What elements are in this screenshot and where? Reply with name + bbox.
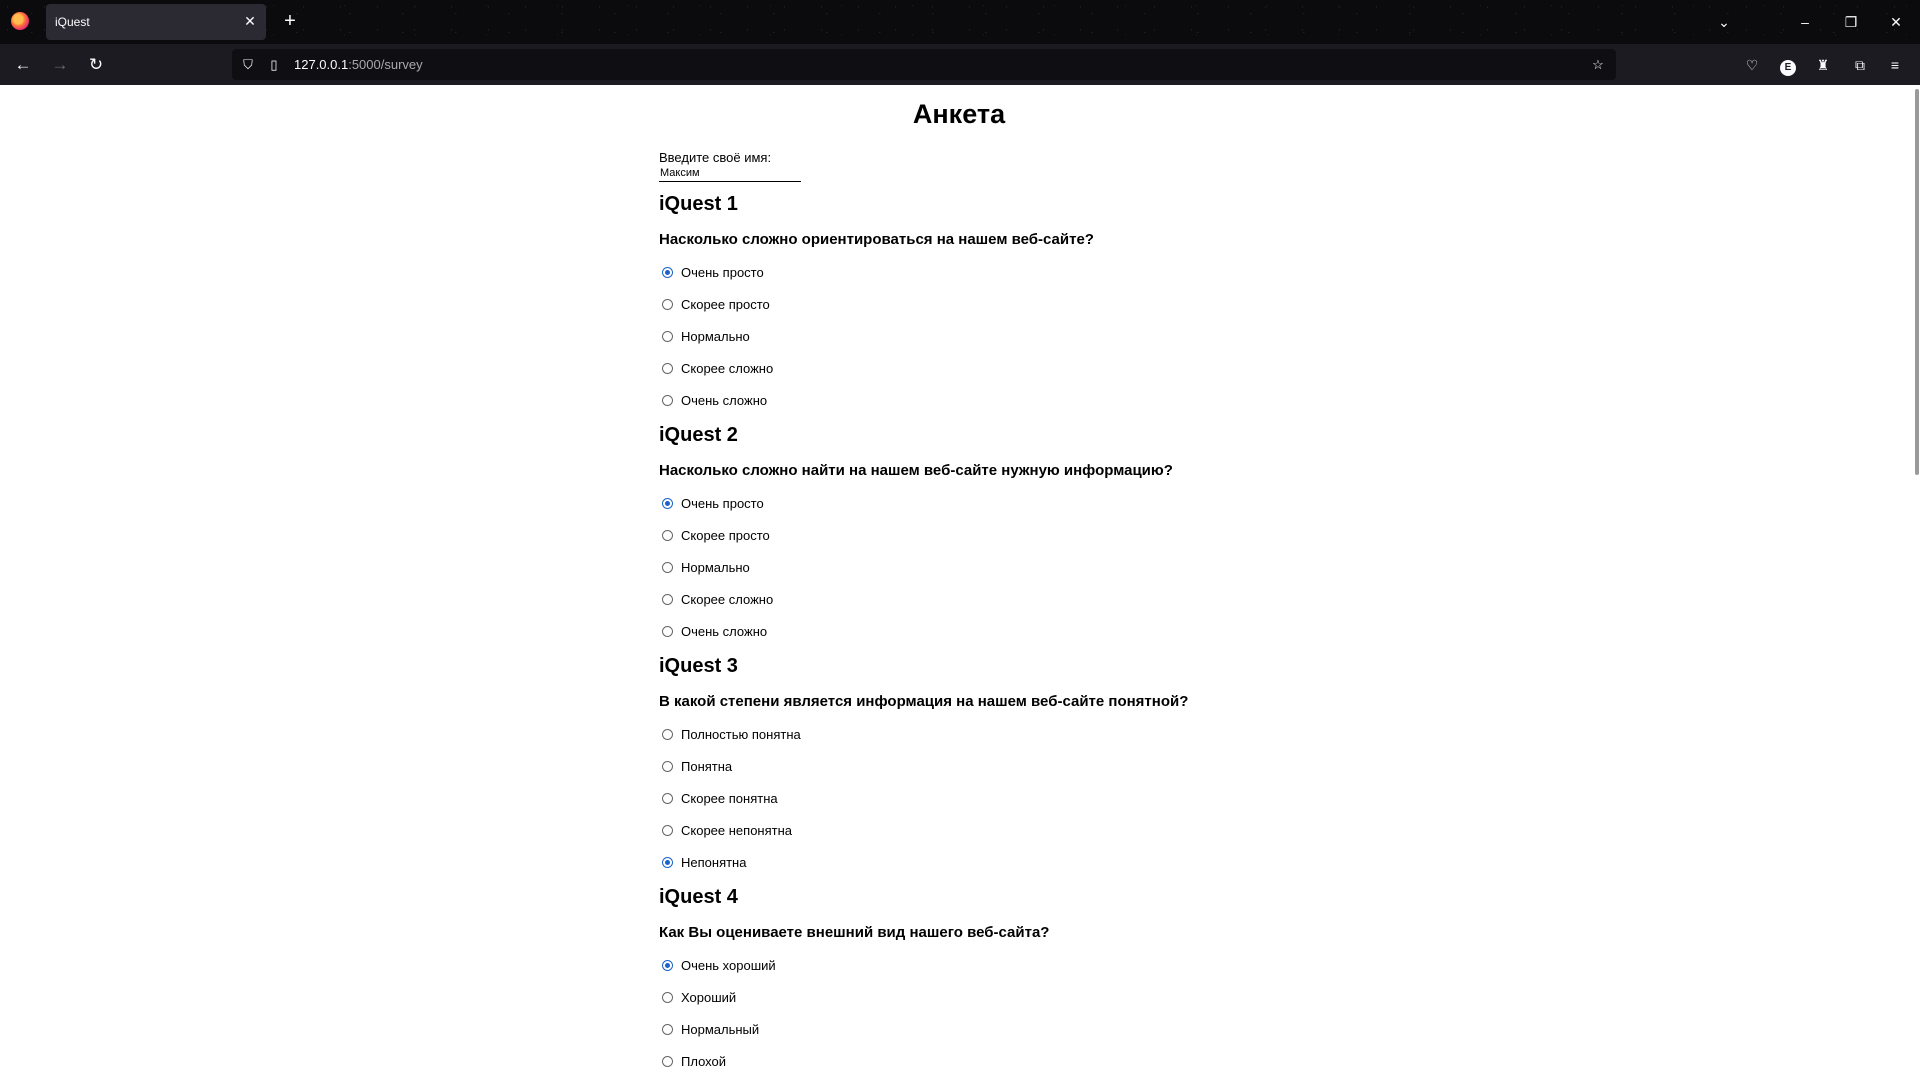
radio-button[interactable] xyxy=(662,362,673,374)
radio-label[interactable]: Очень хороший xyxy=(681,958,776,973)
tab-strip: iQuest ✕ + ⌄ – ❐ ✕ xyxy=(0,0,1920,44)
radio-option[interactable]: Скорее понятна xyxy=(662,789,778,807)
radio-option[interactable]: Понятна xyxy=(662,757,732,775)
question-text: В какой степени является информация на н… xyxy=(659,693,1189,710)
radio-button[interactable] xyxy=(662,760,673,772)
radio-label[interactable]: Очень просто xyxy=(681,496,764,511)
radio-label[interactable]: Очень сложно xyxy=(681,393,767,408)
tab-close-icon[interactable]: ✕ xyxy=(240,11,260,31)
radio-label[interactable]: Скорее понятна xyxy=(681,791,778,806)
radio-label[interactable]: Плохой xyxy=(681,1054,726,1069)
tab-title: iQuest xyxy=(55,15,90,29)
page-scrollbar[interactable] xyxy=(1914,85,1920,1080)
page-content: Анкета Введите своё имя: iQuest 1 Насколь… xyxy=(0,85,1920,1080)
radio-button[interactable] xyxy=(662,593,673,605)
navigation-toolbar: ← → ↻ ⛉ ▯ 127.0.0.1:5000/survey ☆ ♡ E ♜ … xyxy=(0,44,1920,85)
list-all-tabs-icon[interactable]: ⌄ xyxy=(1709,10,1739,34)
firefox-logo-icon xyxy=(11,12,29,30)
radio-label[interactable]: Хороший xyxy=(681,990,736,1005)
question-text: Как Вы оцениваете внешний вид нашего веб… xyxy=(659,924,1050,941)
pocket-icon[interactable]: ♡ xyxy=(1740,53,1764,77)
radio-option[interactable]: Скорее сложно xyxy=(662,590,773,608)
radio-button[interactable] xyxy=(662,529,673,541)
extensions-puzzle-icon[interactable]: ⧉ xyxy=(1848,53,1872,77)
radio-label[interactable]: Нормальный xyxy=(681,1022,759,1037)
question-text: Насколько сложно ориентироваться на наше… xyxy=(659,231,1094,248)
radio-button[interactable] xyxy=(662,1023,673,1035)
radio-option[interactable]: Скорее просто xyxy=(662,295,770,313)
radio-label[interactable]: Очень сложно xyxy=(681,624,767,639)
question-heading: iQuest 3 xyxy=(659,655,738,677)
radio-label[interactable]: Непонятна xyxy=(681,855,746,870)
radio-label[interactable]: Скорее непонятна xyxy=(681,823,792,838)
radio-button[interactable] xyxy=(662,298,673,310)
radio-option[interactable]: Непонятна xyxy=(662,853,746,871)
radio-button[interactable] xyxy=(662,561,673,573)
radio-option[interactable]: Скорее сложно xyxy=(662,359,773,377)
profile-avatar-icon[interactable]: E xyxy=(1776,53,1800,77)
app-menu-icon[interactable]: ≡ xyxy=(1883,53,1907,77)
new-tab-button[interactable]: + xyxy=(279,10,301,32)
radio-label[interactable]: Скорее просто xyxy=(681,528,770,543)
radio-label[interactable]: Скорее просто xyxy=(681,297,770,312)
radio-button[interactable] xyxy=(662,1055,673,1067)
question-heading: iQuest 1 xyxy=(659,193,738,215)
browser-tab[interactable]: iQuest ✕ xyxy=(46,4,266,40)
radio-option[interactable]: Очень сложно xyxy=(662,622,767,640)
radio-option[interactable]: Скорее непонятна xyxy=(662,821,792,839)
shield-icon[interactable]: ⛉ xyxy=(238,55,258,75)
radio-button[interactable] xyxy=(662,856,673,868)
radio-option[interactable]: Очень сложно xyxy=(662,391,767,409)
close-window-icon[interactable]: ✕ xyxy=(1881,10,1911,34)
radio-button[interactable] xyxy=(662,394,673,406)
radio-label[interactable]: Понятна xyxy=(681,759,732,774)
radio-option[interactable]: Очень хороший xyxy=(662,956,776,974)
name-label: Введите своё имя: xyxy=(659,150,772,165)
name-input[interactable] xyxy=(659,165,801,182)
address-bar[interactable]: ⛉ ▯ 127.0.0.1:5000/survey ☆ xyxy=(232,49,1616,80)
page-title: Анкета xyxy=(912,99,1006,129)
back-arrow-icon[interactable]: ← xyxy=(10,52,36,78)
radio-button[interactable] xyxy=(662,824,673,836)
bookmark-star-icon[interactable]: ☆ xyxy=(1588,55,1608,75)
radio-label[interactable]: Очень просто xyxy=(681,265,764,280)
radio-button[interactable] xyxy=(662,959,673,971)
radio-option[interactable]: Очень просто xyxy=(662,494,764,512)
radio-option[interactable]: Нормальный xyxy=(662,1020,759,1038)
restore-window-icon[interactable]: ❐ xyxy=(1836,10,1866,34)
radio-option[interactable]: Нормально xyxy=(662,327,750,345)
radio-button[interactable] xyxy=(662,266,673,278)
radio-label[interactable]: Нормально xyxy=(681,560,750,575)
radio-option[interactable]: Плохой xyxy=(662,1052,726,1070)
radio-button[interactable] xyxy=(662,330,673,342)
radio-label[interactable]: Нормально xyxy=(681,329,750,344)
radio-button[interactable] xyxy=(662,792,673,804)
extension-fox-icon[interactable]: ♜ xyxy=(1811,53,1835,77)
radio-label[interactable]: Скорее сложно xyxy=(681,361,773,376)
forward-arrow-icon[interactable]: → xyxy=(47,52,73,78)
page-info-icon[interactable]: ▯ xyxy=(264,55,284,75)
radio-option[interactable]: Хороший xyxy=(662,988,736,1006)
question-text: Насколько сложно найти на нашем веб-сайт… xyxy=(659,462,1173,479)
radio-option[interactable]: Нормально xyxy=(662,558,750,576)
radio-label[interactable]: Полностью понятна xyxy=(681,727,801,742)
minimize-window-icon[interactable]: – xyxy=(1790,10,1820,34)
question-heading: iQuest 2 xyxy=(659,424,738,446)
radio-label[interactable]: Скорее сложно xyxy=(681,592,773,607)
radio-button[interactable] xyxy=(662,625,673,637)
url-text[interactable]: 127.0.0.1:5000/survey xyxy=(294,57,423,72)
radio-option[interactable]: Скорее просто xyxy=(662,526,770,544)
radio-button[interactable] xyxy=(662,497,673,509)
question-heading: iQuest 4 xyxy=(659,886,738,908)
radio-option[interactable]: Очень просто xyxy=(662,263,764,281)
scrollbar-thumb[interactable] xyxy=(1915,89,1919,475)
radio-button[interactable] xyxy=(662,991,673,1003)
radio-option[interactable]: Полностью понятна xyxy=(662,725,801,743)
reload-icon[interactable]: ↻ xyxy=(83,52,109,78)
radio-button[interactable] xyxy=(662,728,673,740)
